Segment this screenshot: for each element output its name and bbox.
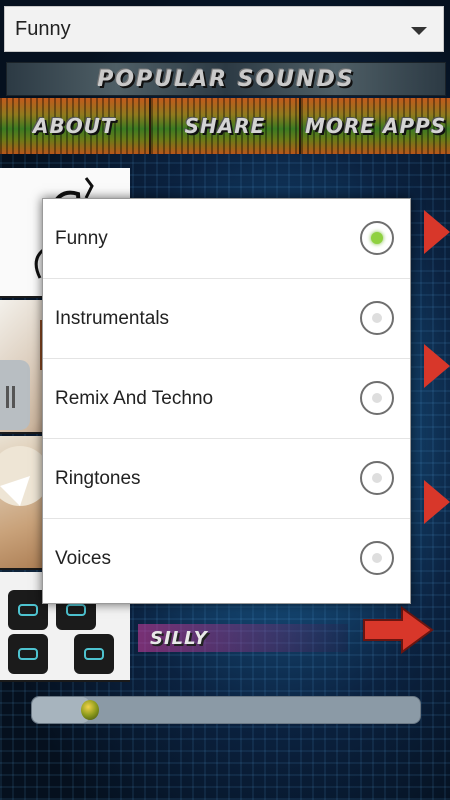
play-arrow-icon[interactable]: [424, 480, 450, 524]
about-label: ABOUT: [33, 114, 116, 138]
play-arrow-icon[interactable]: [424, 210, 450, 254]
option-label: Funny: [55, 227, 108, 249]
share-label: SHARE: [184, 114, 266, 138]
option-ringtones[interactable]: Ringtones: [43, 439, 410, 519]
category-dialog: Funny Instrumentals Remix And Techno Rin…: [42, 198, 411, 604]
option-funny[interactable]: Funny: [43, 199, 410, 279]
option-voices[interactable]: Voices: [43, 519, 410, 599]
radio-icon[interactable]: [360, 541, 394, 575]
share-button[interactable]: SHARE: [150, 98, 302, 154]
option-instrumentals[interactable]: Instrumentals: [43, 279, 410, 359]
option-label: Remix And Techno: [55, 387, 214, 409]
sound-row-label[interactable]: SILLY: [138, 624, 348, 652]
play-arrow-icon[interactable]: [362, 606, 434, 654]
option-remix-and-techno[interactable]: Remix And Techno: [43, 359, 410, 439]
option-label: Instrumentals: [55, 307, 170, 329]
option-label: Voices: [55, 548, 111, 569]
radio-icon[interactable]: [360, 301, 394, 335]
spinner-selected-label: Funny: [15, 17, 71, 40]
radio-icon[interactable]: [360, 381, 394, 415]
radio-icon[interactable]: [360, 461, 394, 495]
radio-icon[interactable]: [360, 221, 394, 255]
more-apps-button[interactable]: MORE APPS: [301, 98, 450, 154]
option-label: Ringtones: [55, 467, 141, 489]
dropdown-arrow-icon: [411, 27, 427, 35]
more-apps-label: MORE APPS: [305, 114, 447, 138]
play-arrow-icon[interactable]: [424, 344, 450, 388]
popular-sounds-label: POPULAR SOUNDS: [97, 66, 355, 92]
playback-progress-bar[interactable]: [31, 696, 421, 724]
silly-label-text: SILLY: [150, 627, 208, 649]
about-button[interactable]: ABOUT: [0, 98, 151, 154]
category-spinner[interactable]: Funny: [4, 6, 444, 52]
progress-knob[interactable]: [81, 700, 99, 720]
nav-row: ABOUT SHARE MORE APPS: [0, 98, 450, 154]
popular-sounds-banner[interactable]: POPULAR SOUNDS: [6, 62, 446, 96]
